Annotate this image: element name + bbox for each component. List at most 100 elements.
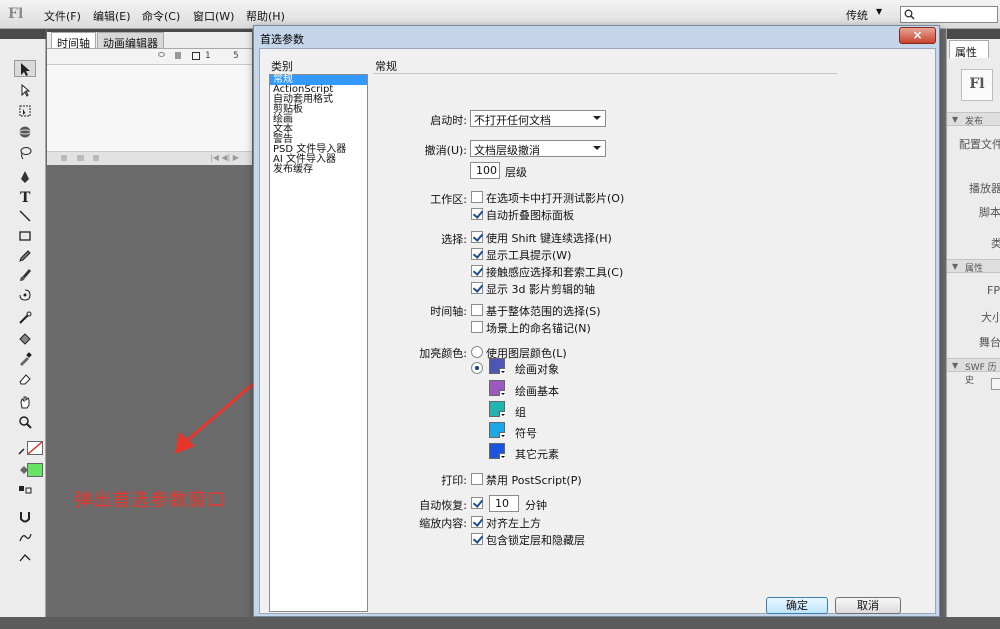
svg-text:T: T — [20, 190, 31, 204]
timeline-ruler: 1 5 — [47, 49, 252, 65]
hand-tool-icon[interactable] — [14, 393, 36, 410]
color-swatch-drawing-primitive[interactable] — [489, 380, 505, 396]
checkbox-align-top-left[interactable] — [471, 516, 483, 528]
swatch-label: 绘画对象 — [515, 363, 559, 376]
outline-icon[interactable] — [192, 52, 200, 60]
timeline-label: 时间轴: — [430, 305, 467, 318]
playback-controls-icon[interactable]: |◀ ◀| ▶ — [210, 153, 239, 162]
app-logo: Fl — [8, 6, 24, 22]
section-swf-history[interactable]: ▼ SWF 历史 — [947, 358, 1000, 386]
straighten-icon[interactable] — [14, 548, 36, 565]
bone-tool-icon[interactable] — [14, 310, 36, 327]
startup-select[interactable]: 不打开任何文档 — [470, 110, 606, 127]
eyedropper-tool-icon[interactable] — [14, 350, 36, 367]
checkbox-test-movie-tabs[interactable] — [471, 191, 483, 203]
stage-label: 舞台 — [979, 336, 1000, 349]
line-tool-icon[interactable] — [14, 207, 36, 224]
panel-grip[interactable] — [947, 29, 1000, 39]
fill-swatch[interactable] — [27, 463, 43, 477]
timeline-frames[interactable] — [47, 65, 252, 155]
chevron-down-icon — [499, 432, 505, 438]
ok-button[interactable]: 确定 — [766, 597, 828, 614]
autorecover-minutes-input[interactable]: 10 — [489, 495, 519, 512]
swatch-label: 其它元素 — [515, 448, 559, 461]
color-swatch-group[interactable] — [489, 401, 505, 417]
checkbox-shift-select[interactable] — [471, 231, 483, 243]
autorecover-unit: 分钟 — [525, 499, 547, 512]
lock-icon[interactable] — [175, 52, 181, 59]
chevron-down-icon — [593, 116, 601, 120]
selection-tool-icon[interactable] — [14, 60, 36, 77]
checkbox-span-selection[interactable] — [471, 304, 483, 316]
checkbox-disable-postscript[interactable] — [471, 473, 483, 485]
tab-timeline[interactable]: 时间轴 — [51, 32, 96, 50]
menu-edit[interactable]: 编辑(E) — [93, 8, 131, 24]
section-publish[interactable]: ▼ 发布 — [947, 112, 1000, 127]
category-publish-cache[interactable]: 发布缓存 — [270, 165, 367, 175]
color-swatch-drawing-object[interactable] — [489, 358, 505, 374]
checkbox-contact-sensitive[interactable] — [471, 265, 483, 277]
menu-file[interactable]: 文件(F) — [44, 8, 81, 24]
paint-bucket-tool-icon[interactable] — [14, 330, 36, 347]
highlight-label: 加亮颜色: — [419, 347, 467, 360]
close-button[interactable]: × — [899, 27, 936, 44]
undo-select[interactable]: 文档层级撤消 — [470, 140, 606, 157]
cancel-button[interactable]: 取消 — [835, 597, 901, 614]
menu-command[interactable]: 命令(C) — [142, 8, 180, 24]
checkbox-tooltips[interactable] — [471, 248, 483, 260]
checkbox-auto-collapse[interactable] — [471, 208, 483, 220]
rectangle-tool-icon[interactable] — [14, 227, 36, 244]
snap-magnet-icon[interactable] — [14, 508, 36, 525]
checkbox-autorecover[interactable] — [471, 497, 483, 509]
section-properties[interactable]: ▼ 属性 — [947, 259, 1000, 274]
color-swatch-symbol[interactable] — [489, 422, 505, 438]
free-transform-tool-icon[interactable] — [14, 102, 36, 119]
size-label: 大小 — [981, 311, 1000, 324]
scale-content-label: 缩放内容: — [419, 517, 467, 530]
checkbox-label: 场景上的命名锚记(N) — [486, 322, 591, 335]
eraser-tool-icon[interactable] — [14, 370, 36, 387]
subselection-tool-icon[interactable] — [14, 81, 36, 98]
timeline-controls: |◀ ◀| ▶ — [47, 151, 252, 165]
checkbox-include-locked[interactable] — [471, 533, 483, 545]
dialog-title: 首选参数 — [260, 33, 304, 46]
tab-properties[interactable]: 属性 — [949, 40, 989, 59]
text-tool-icon[interactable]: T — [14, 187, 36, 204]
smooth-icon[interactable] — [14, 528, 36, 545]
category-list[interactable]: 常规 ActionScript 自动套用格式 剪贴板 绘画 文本 警告 PSD … — [269, 74, 368, 612]
zoom-tool-icon[interactable] — [14, 413, 36, 430]
delete-layer-icon[interactable] — [93, 155, 99, 161]
search-icon — [904, 9, 915, 20]
3d-rotation-tool-icon[interactable] — [14, 123, 36, 140]
search-input[interactable] — [900, 6, 998, 23]
tab-motion-editor[interactable]: 动画编辑器 — [97, 32, 164, 50]
dialog-body: 类别 常规 ActionScript 自动套用格式 剪贴板 绘画 文本 警告 P… — [259, 48, 936, 614]
menu-help[interactable]: 帮助(H) — [246, 8, 285, 24]
deco-tool-icon[interactable] — [14, 286, 36, 303]
new-folder-icon[interactable] — [77, 155, 84, 161]
ruler-mark: 5 — [233, 51, 239, 61]
stroke-swatch[interactable] — [27, 441, 43, 455]
checkbox-3d-axis[interactable] — [471, 282, 483, 294]
undo-levels-unit: 层级 — [505, 166, 527, 179]
radio-custom-color[interactable] — [471, 362, 483, 374]
lasso-tool-icon[interactable] — [14, 144, 36, 161]
checkbox-label: 自动折叠图标面板 — [486, 209, 574, 222]
pen-tool-icon[interactable] — [14, 168, 36, 185]
eye-icon[interactable] — [158, 52, 165, 57]
pencil-tool-icon[interactable] — [14, 247, 36, 264]
color-swatch-other[interactable] — [489, 443, 505, 459]
properties-panel: 属性 Fl ▼发布 配置文件 播放器 脚本 类 ▼属性 FPS 大小 舞台 ▼S… — [946, 29, 1000, 629]
panel-grip[interactable] — [0, 29, 46, 39]
new-layer-icon[interactable] — [61, 155, 67, 161]
checkbox-label: 包含锁定层和隐藏层 — [486, 534, 585, 547]
swf-history-button[interactable] — [991, 378, 1000, 390]
checkbox-named-anchors[interactable] — [471, 321, 483, 333]
undo-levels-input[interactable]: 100 — [470, 162, 500, 179]
swap-colors-icon[interactable] — [14, 481, 36, 498]
workspace-switcher[interactable]: 传统 ▼ — [838, 4, 894, 24]
brush-tool-icon[interactable] — [14, 266, 36, 283]
menu-window[interactable]: 窗口(W) — [193, 8, 234, 24]
class-label: 类 — [991, 237, 1000, 250]
radio-layer-color[interactable] — [471, 346, 483, 358]
